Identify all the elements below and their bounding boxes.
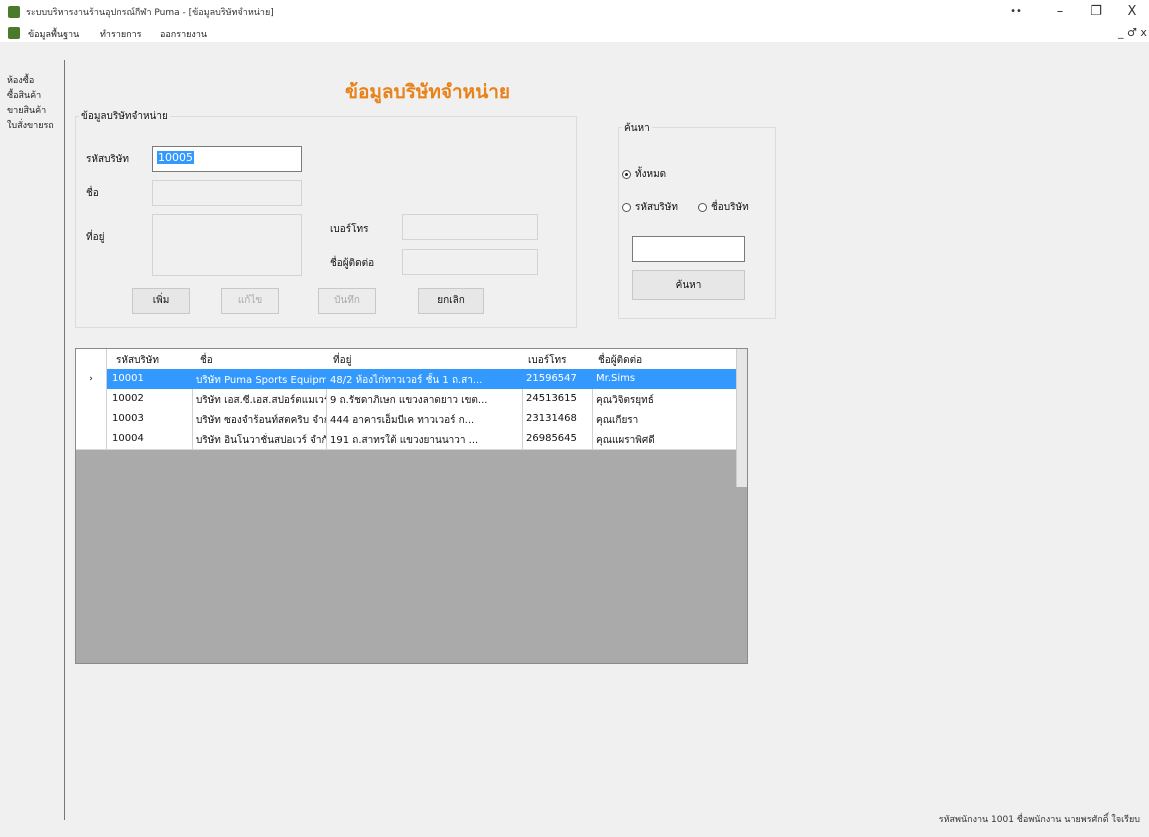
table-row[interactable]: 10002 บริษัท เอส.ซี.เอส.สปอร์ตแมเวร์ จำก… [76,389,736,410]
close-button[interactable]: X [1117,2,1147,22]
cell-name: บริษัท อินโนวาชั่นสปอเวร์ จำกัด [196,435,326,446]
col-divider [592,389,593,409]
page-heading: ข้อมูลบริษัทจำหน่าย [345,81,510,103]
cell-address: 191 ถ.สาทรใต้ แขวงยานนาวา ... [330,435,479,446]
edit-button[interactable]: แก้ไข [221,288,279,314]
cell-name: บริษัท Puma Sports Equipment จำกัด [196,375,326,386]
save-button[interactable]: บันทึก [318,288,376,314]
grid-header: รหัสบริษัท ชื่อ ที่อยู่ เบอร์โทร ชื่อผู้… [76,349,736,370]
table-row[interactable]: 10004 บริษัท อินโนวาชั่นสปอเวร์ จำกัด 19… [76,429,736,450]
window-title: ระบบบริหารงานร้านอุปกรณ์กีฬา Puma - [ข้อ… [26,8,274,18]
nav-item-2[interactable]: ขายสินค้า [7,103,46,117]
col-divider [522,409,523,429]
grid-col-name[interactable]: ชื่อ [200,353,213,368]
status-bar-text: รหัสพนักงาน 1001 ชื่อพนักงาน นายพรศักดิ์… [938,815,1140,825]
search-by-code-label[interactable]: รหัสบริษัท [635,200,678,215]
col-divider [192,389,193,409]
col-divider [326,409,327,429]
cell-code: 10001 [112,373,144,384]
menu-item-transactions[interactable]: ทำรายการ [100,27,141,41]
menu-bar: ข้อมูลพื้นฐาน ทำรายการ ออกรายงาน _ ♂ x [0,24,1149,42]
row-header [76,429,107,449]
grid-col-contact[interactable]: ชื่อผู้ติดต่อ [598,353,642,368]
grid-corner [76,349,107,369]
grid-col-address[interactable]: ที่อยู่ [333,353,351,368]
menu-item-reports[interactable]: ออกรายงาน [160,27,207,41]
cell-phone: 24513615 [526,393,577,404]
mdi-child-icon [8,27,20,39]
grid-scrollbar[interactable] [736,349,747,487]
contact-label: ชื่อผู้ติดต่อ [330,258,375,269]
app-icon [8,6,20,18]
restore-button[interactable]: ❐ [1081,2,1111,22]
col-divider [192,429,193,449]
add-button[interactable]: เพิ่ม [132,288,190,314]
left-nav: ห้องซื้อ ซื้อสินค้า ขายสินค้า ใบสั่งขายร… [0,60,65,820]
row-pointer-icon: › [76,369,107,389]
cell-code: 10004 [112,433,144,444]
extra-window-button[interactable]: •• [1001,2,1031,22]
contact-input[interactable] [402,249,538,275]
address-label: ที่อยู่ [86,232,105,243]
cell-contact: Mr.Sims [596,373,636,384]
code-label: รหัสบริษัท [86,154,129,165]
grid-col-phone[interactable]: เบอร์โทร [528,353,566,368]
name-label: ชื่อ [86,188,99,199]
company-group-title: ข้อมูลบริษัทจำหน่าย [79,109,170,124]
nav-item-1[interactable]: ซื้อสินค้า [7,88,41,102]
row-header [76,409,107,429]
phone-label: เบอร์โทร [330,224,369,235]
col-divider [192,409,193,429]
cell-code: 10002 [112,393,144,404]
nav-item-0[interactable]: ห้องซื้อ [7,73,34,87]
search-button[interactable]: ค้นหา [632,270,745,300]
cell-phone: 26985645 [526,433,577,444]
menu-item-master-data[interactable]: ข้อมูลพื้นฐาน [28,27,79,41]
cell-name: บริษัท ซองจำร้อนท์สตคริบ จำกัด [196,415,326,426]
nav-item-3[interactable]: ใบสั่งขายรถ [7,118,54,132]
cancel-button[interactable]: ยกเลิก [418,288,484,314]
title-bar: ระบบบริหารงานร้านอุปกรณ์กีฬา Puma - [ข้อ… [0,0,1149,24]
cell-address: 48/2 ห้องไก่ทาวเวอร์ ชั้น 1 ถ.สา... [330,375,483,386]
code-value: 10005 [157,151,194,164]
grid-col-code[interactable]: รหัสบริษัท [116,353,159,368]
row-header [76,389,107,409]
search-all-label[interactable]: ทั้งหมด [635,167,666,182]
mdi-window-controls[interactable]: _ ♂ x [1118,26,1147,39]
cell-contact: คุณวิจิตรยุทธ์ [596,395,654,406]
search-by-name-radio[interactable] [698,203,707,212]
cell-contact: คุณเกียรา [596,415,639,426]
code-input[interactable]: 10005 [152,146,302,172]
search-group-title: ค้นหา [622,121,652,136]
col-divider [592,429,593,449]
search-by-code-radio[interactable] [622,203,631,212]
phone-input[interactable] [402,214,538,240]
col-divider [522,389,523,409]
table-row[interactable]: › 10001 บริษัท Puma Sports Equipment จำก… [76,369,736,390]
cell-address: 444 อาคารเอ็มบีเค ทาวเวอร์ ก... [330,415,475,426]
col-divider [326,429,327,449]
search-input[interactable] [632,236,745,262]
col-divider [326,389,327,409]
name-input[interactable] [152,180,302,206]
table-row[interactable]: 10003 บริษัท ซองจำร้อนท์สตคริบ จำกัด 444… [76,409,736,430]
search-by-name-label[interactable]: ชื่อบริษัท [711,200,749,215]
cell-address: 9 ถ.รัชดาภิเษก แขวงลาดยาว เขต... [330,395,488,406]
address-input[interactable] [152,214,302,276]
cell-code: 10003 [112,413,144,424]
search-all-radio[interactable] [622,170,631,179]
cell-phone: 21596547 [526,373,577,384]
company-grid[interactable]: รหัสบริษัท ชื่อ ที่อยู่ เบอร์โทร ชื่อผู้… [75,348,748,664]
col-divider [522,429,523,449]
cell-name: บริษัท เอส.ซี.เอส.สปอร์ตแมเวร์ จำกัด [196,395,326,406]
cell-contact: คุณแผราพิศดี [596,435,655,446]
col-divider [592,409,593,429]
minimize-button[interactable]: – [1045,2,1075,22]
cell-phone: 23131468 [526,413,577,424]
